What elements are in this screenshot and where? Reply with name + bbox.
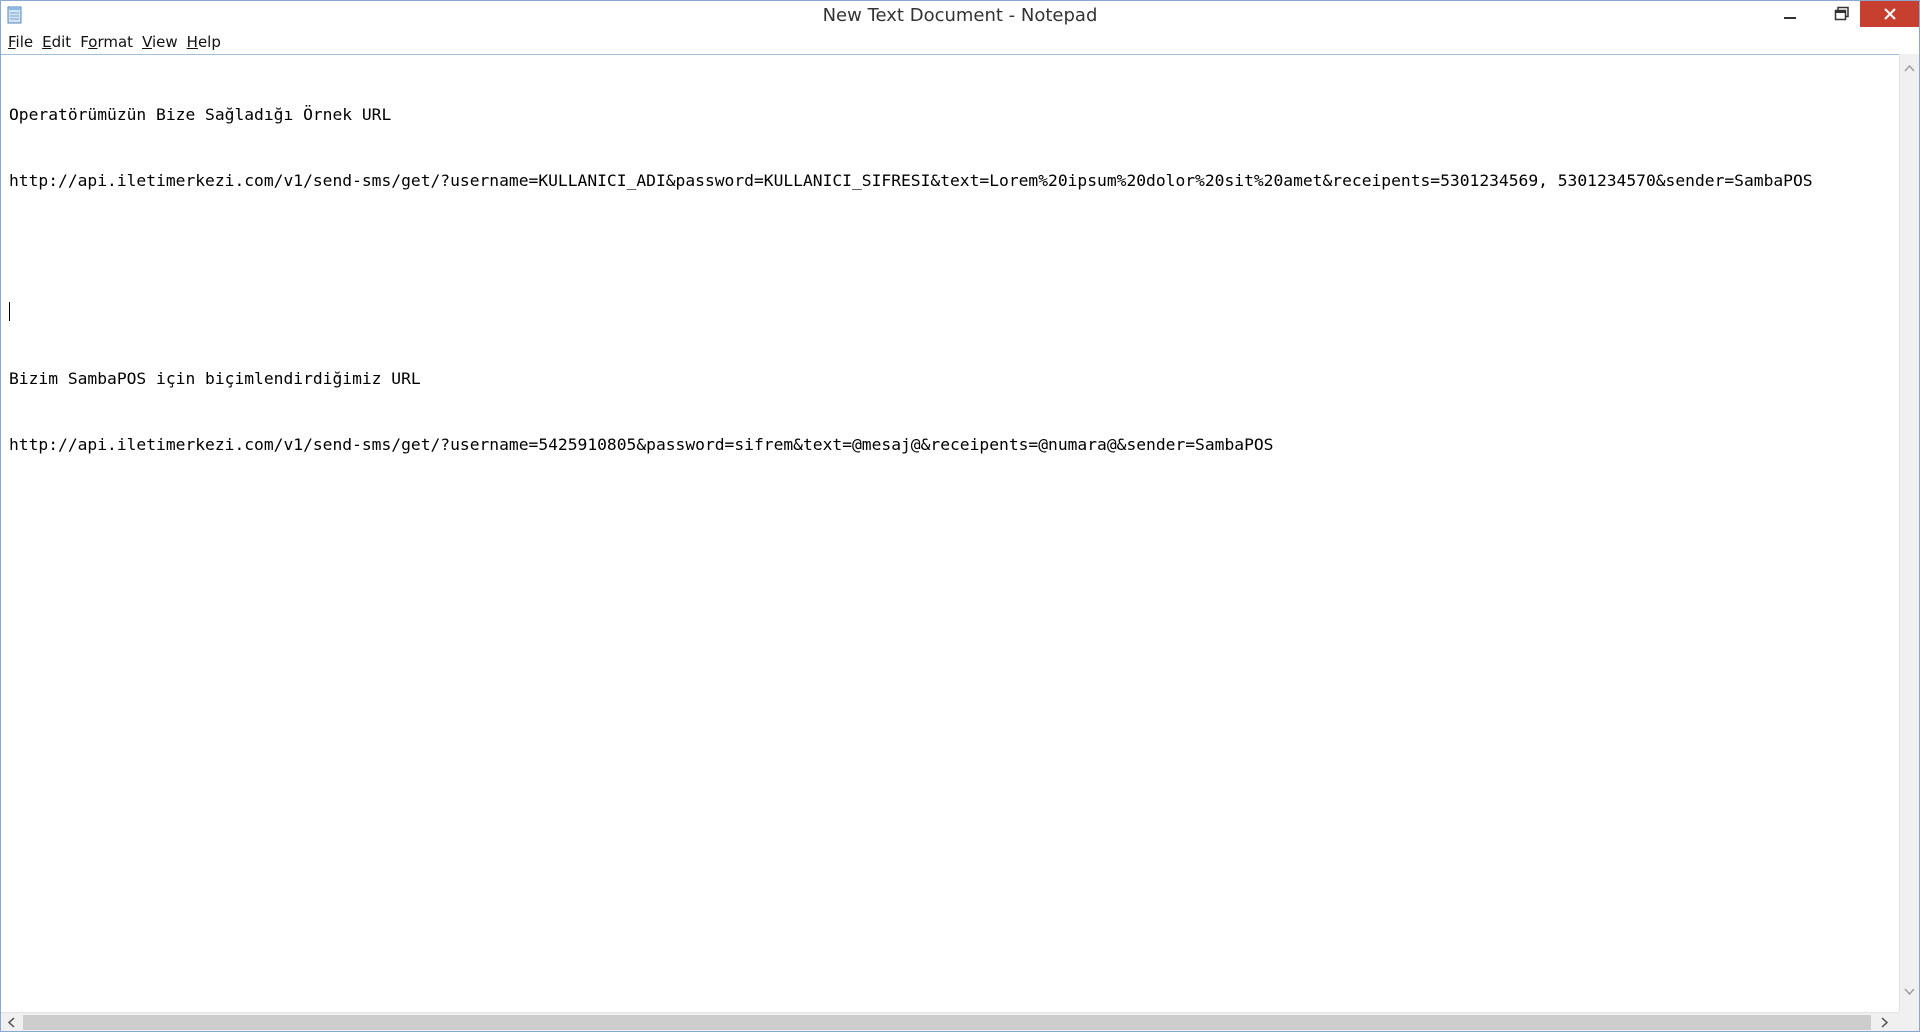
horizontal-scrollbar[interactable]	[1, 1012, 1899, 1031]
menu-edit-label: dit	[51, 33, 72, 51]
notepad-window: New Text Document - Notepad File Edit Fo…	[0, 0, 1920, 1032]
menu-help-mnemonic: H	[186, 33, 198, 51]
menu-file-label: ile	[15, 33, 34, 51]
menu-file-mnemonic: F	[8, 33, 16, 51]
menu-edit[interactable]: Edit	[39, 31, 77, 53]
horizontal-scroll-thumb[interactable]	[23, 1015, 1871, 1030]
window-title: New Text Document - Notepad	[822, 5, 1098, 26]
menu-bar: File Edit Format View Help	[1, 30, 1919, 54]
text-editor[interactable]: Operatörümüzün Bize Sağladığı Örnek URL …	[1, 54, 1899, 1012]
size-grip[interactable]	[1899, 1012, 1919, 1031]
text-line: http://api.iletimerkezi.com/v1/send-sms/…	[9, 171, 1813, 190]
text-line: http://api.iletimerkezi.com/v1/send-sms/…	[9, 435, 1274, 454]
maximize-icon	[1834, 6, 1849, 21]
text-line-with-caret	[9, 302, 1899, 324]
text-line: Operatörümüzün Bize Sağladığı Örnek URL	[9, 105, 392, 124]
close-icon	[1883, 8, 1896, 20]
menu-file[interactable]: File	[5, 31, 39, 53]
vertical-scrollbar[interactable]	[1899, 54, 1919, 1012]
scroll-left-icon[interactable]	[7, 1017, 15, 1028]
text-caret	[9, 302, 10, 321]
text-line: Bizim SambaPOS için biçimlendirdiğimiz U…	[9, 369, 421, 388]
menu-edit-mnemonic: E	[42, 33, 52, 51]
minimize-icon	[1784, 17, 1796, 19]
scroll-up-icon[interactable]	[1904, 64, 1915, 72]
menu-view-mnemonic: V	[142, 33, 152, 51]
menu-help[interactable]: Help	[184, 31, 227, 53]
menu-format[interactable]: Format	[77, 31, 139, 53]
menu-view[interactable]: View	[139, 31, 184, 53]
maximize-button[interactable]	[1824, 1, 1860, 27]
text-line	[9, 236, 1899, 258]
menu-view-label: iew	[152, 33, 178, 51]
minimize-button[interactable]	[1772, 1, 1808, 27]
title-bar[interactable]: New Text Document - Notepad	[1, 1, 1919, 29]
close-button[interactable]	[1860, 1, 1919, 27]
scroll-right-icon[interactable]	[1881, 1017, 1889, 1028]
menu-format-label: rmat	[97, 33, 134, 51]
scroll-down-icon[interactable]	[1904, 988, 1915, 996]
menu-help-label: elp	[197, 33, 221, 51]
